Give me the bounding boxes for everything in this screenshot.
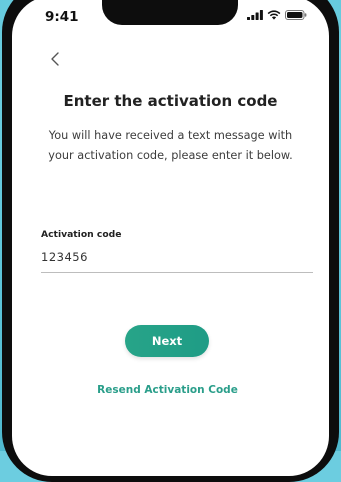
status-icons: [247, 10, 307, 20]
activation-code-input[interactable]: [41, 250, 313, 273]
subtitle-line-2: your activation code, please enter it be…: [48, 149, 293, 162]
page-subtitle: You will have received a text message wi…: [12, 126, 329, 166]
back-button[interactable]: [44, 48, 66, 70]
subtitle-line-1: You will have received a text message wi…: [48, 129, 293, 142]
next-button[interactable]: Next: [125, 325, 209, 357]
resend-activation-code-link[interactable]: Resend Activation Code: [2, 384, 333, 396]
phone-frame: 9:41 Enter the activation code You will …: [2, 0, 339, 482]
signal-icon: [247, 10, 263, 20]
notch: [102, 0, 238, 25]
battery-icon: [285, 10, 307, 20]
chevron-left-icon: [51, 52, 59, 66]
activation-code-label: Activation code: [41, 229, 122, 240]
app-screen: 9:41 Enter the activation code You will …: [12, 0, 329, 476]
wifi-icon: [267, 10, 281, 20]
activation-code-field: Activation code: [41, 229, 313, 273]
status-time: 9:41: [45, 9, 79, 25]
page-title: Enter the activation code: [63, 92, 278, 110]
